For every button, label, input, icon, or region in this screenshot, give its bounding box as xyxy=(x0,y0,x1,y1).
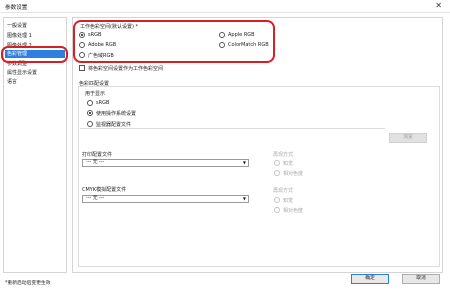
chevron-down-icon: ▼ xyxy=(242,196,246,201)
printer-profile-label: 打印配置文件 xyxy=(82,152,113,158)
cmyk-intent-option-label: 知觉 xyxy=(283,198,294,204)
cmyk-profile-label: CMYK模拟配置文件 xyxy=(82,187,127,193)
printer-intent-label: 再现方式 xyxy=(273,152,294,158)
browse-button[interactable]: 浏览 xyxy=(389,133,427,143)
chevron-down-icon: ▼ xyxy=(242,160,246,165)
sidebar-item-language[interactable]: 语言 xyxy=(7,78,17,85)
printer-intent-option-label: 知觉 xyxy=(283,161,294,167)
sidebar-item-image-processing-1[interactable]: 图像处理 1 xyxy=(7,32,32,39)
embed-profile-checkbox[interactable] xyxy=(79,65,85,71)
display-radio-monitor-profile[interactable] xyxy=(87,121,93,127)
cmyk-intent-option-label: 相对色度 xyxy=(283,208,304,214)
restart-note: *重新启动后变更生效 xyxy=(5,281,51,286)
printer-profile-value: --- 无 --- xyxy=(86,160,105,165)
ok-button[interactable]: 确定 xyxy=(351,274,389,284)
display-radio-os-settings[interactable] xyxy=(87,110,93,116)
display-option-label: 使用操作系统设置 xyxy=(96,111,137,117)
printer-intent-option-label: 相对色度 xyxy=(283,171,304,177)
printer-intent-perceptual-radio[interactable] xyxy=(274,160,280,166)
close-icon[interactable]: ✕ xyxy=(435,1,442,10)
cmyk-intent-label: 再现方式 xyxy=(273,188,294,194)
cmyk-intent-perceptual-radio[interactable] xyxy=(274,197,280,203)
embed-profile-label: 将色彩空间设置作为工作色彩空间 xyxy=(88,66,164,72)
cmyk-profile-select[interactable]: --- 无 --- ▼ xyxy=(82,195,249,203)
title-bar: 参数设置 ✕ xyxy=(0,0,450,13)
printer-intent-relative-radio[interactable] xyxy=(274,170,280,176)
display-option-label: 监视器配置文件 xyxy=(96,122,132,128)
cmyk-intent-relative-radio[interactable] xyxy=(274,207,280,213)
cmyk-profile-value: --- 无 --- xyxy=(86,196,105,201)
highlight-workspace-annotation xyxy=(73,20,275,63)
window-title: 参数设置 xyxy=(5,5,28,11)
sidebar-item-property-display[interactable]: 属性显示设置 xyxy=(7,69,37,76)
cancel-button[interactable]: 取消 xyxy=(402,274,440,284)
highlight-sidebar-annotation xyxy=(1,46,68,63)
display-label: 用于显示 xyxy=(85,91,106,97)
display-radio-srgb[interactable] xyxy=(87,100,93,106)
printer-profile-select[interactable]: --- 无 --- ▼ xyxy=(82,159,249,167)
display-option-label: sRGB xyxy=(96,100,110,106)
sidebar-item-general[interactable]: 一般设置 xyxy=(7,22,27,29)
display-divider xyxy=(80,128,385,129)
